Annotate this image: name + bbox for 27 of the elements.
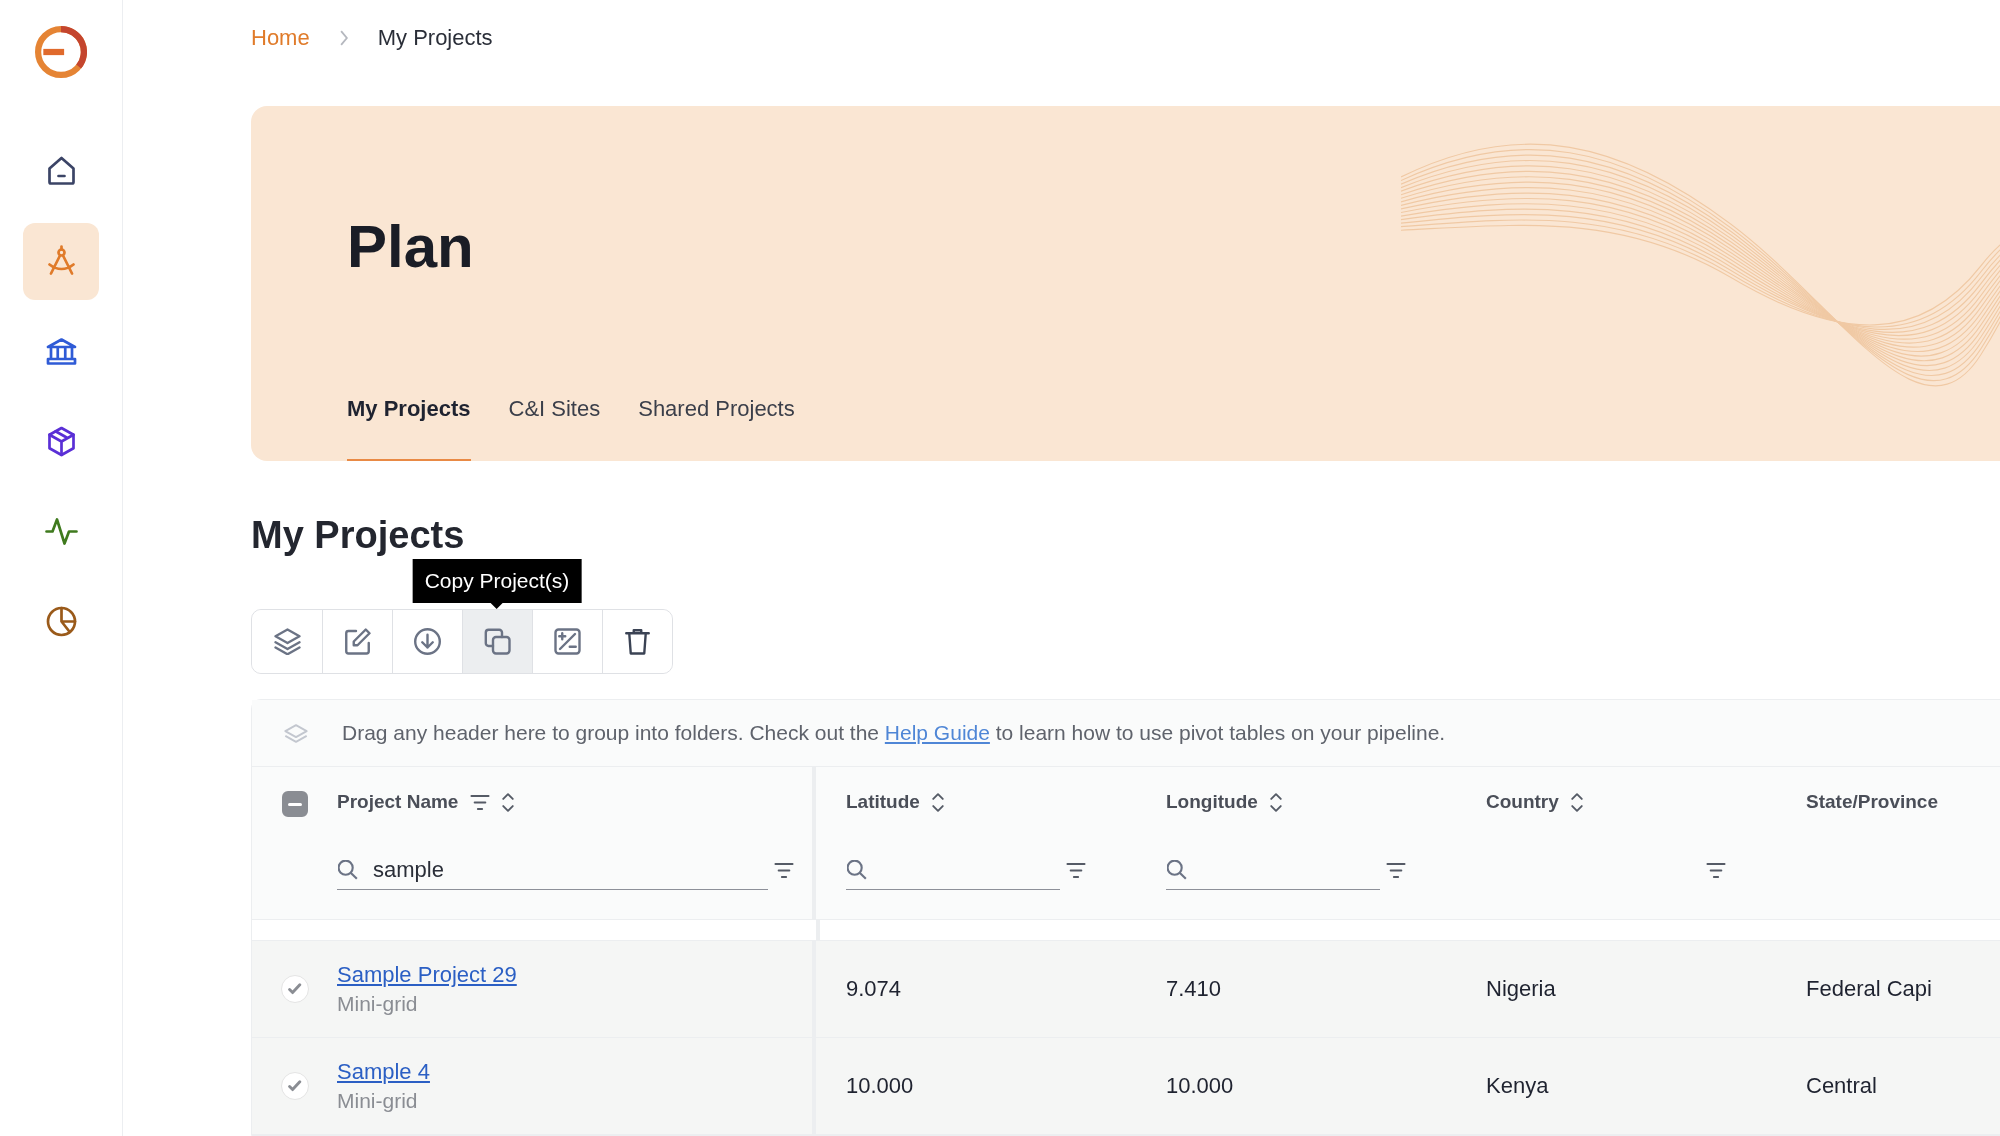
section-title: My Projects (251, 513, 466, 558)
tab[interactable]: C&I Sites (508, 396, 601, 461)
column-header[interactable]: Latitude (846, 791, 920, 813)
column-header[interactable]: State/Province (1806, 791, 1938, 813)
table-cell: Central (1806, 1073, 1877, 1099)
table-cell: Kenya (1486, 1073, 1549, 1099)
table-cell: 10.000 (846, 1073, 914, 1099)
column-header[interactable]: Project Name (337, 791, 459, 813)
table-cell: 9.074 (846, 976, 902, 1002)
project-name-link[interactable]: Sample 4 (337, 1059, 430, 1085)
page-title: Plan (347, 212, 475, 282)
breadcrumb-link[interactable]: My Projects (377, 25, 493, 51)
tab[interactable]: My Projects (347, 396, 471, 461)
tooltip: Copy Project(s) (412, 559, 582, 603)
project-name-link[interactable]: Sample Project 29 (337, 962, 517, 988)
table-cell: Federal Capi (1806, 976, 1932, 1002)
project-type: Mini-grid (337, 992, 418, 1016)
table-cell: Nigeria (1486, 976, 1556, 1002)
search-field[interactable]: sample (337, 850, 768, 890)
tab[interactable]: Shared Projects (638, 396, 795, 461)
column-header[interactable]: Longitude (1166, 791, 1258, 813)
table-cell: 7.410 (1166, 976, 1222, 1002)
table-cell: 10.000 (1166, 1073, 1234, 1099)
group-panel-hint: Drag any header here to group into folders. Check out the Help Guide to learn how to use pivot tables on your pipeline. (342, 721, 1446, 745)
help-guide-link[interactable]: Help Guide (884, 721, 990, 744)
project-type: Mini-grid (337, 1089, 418, 1113)
column-header[interactable]: Country (1486, 791, 1559, 813)
